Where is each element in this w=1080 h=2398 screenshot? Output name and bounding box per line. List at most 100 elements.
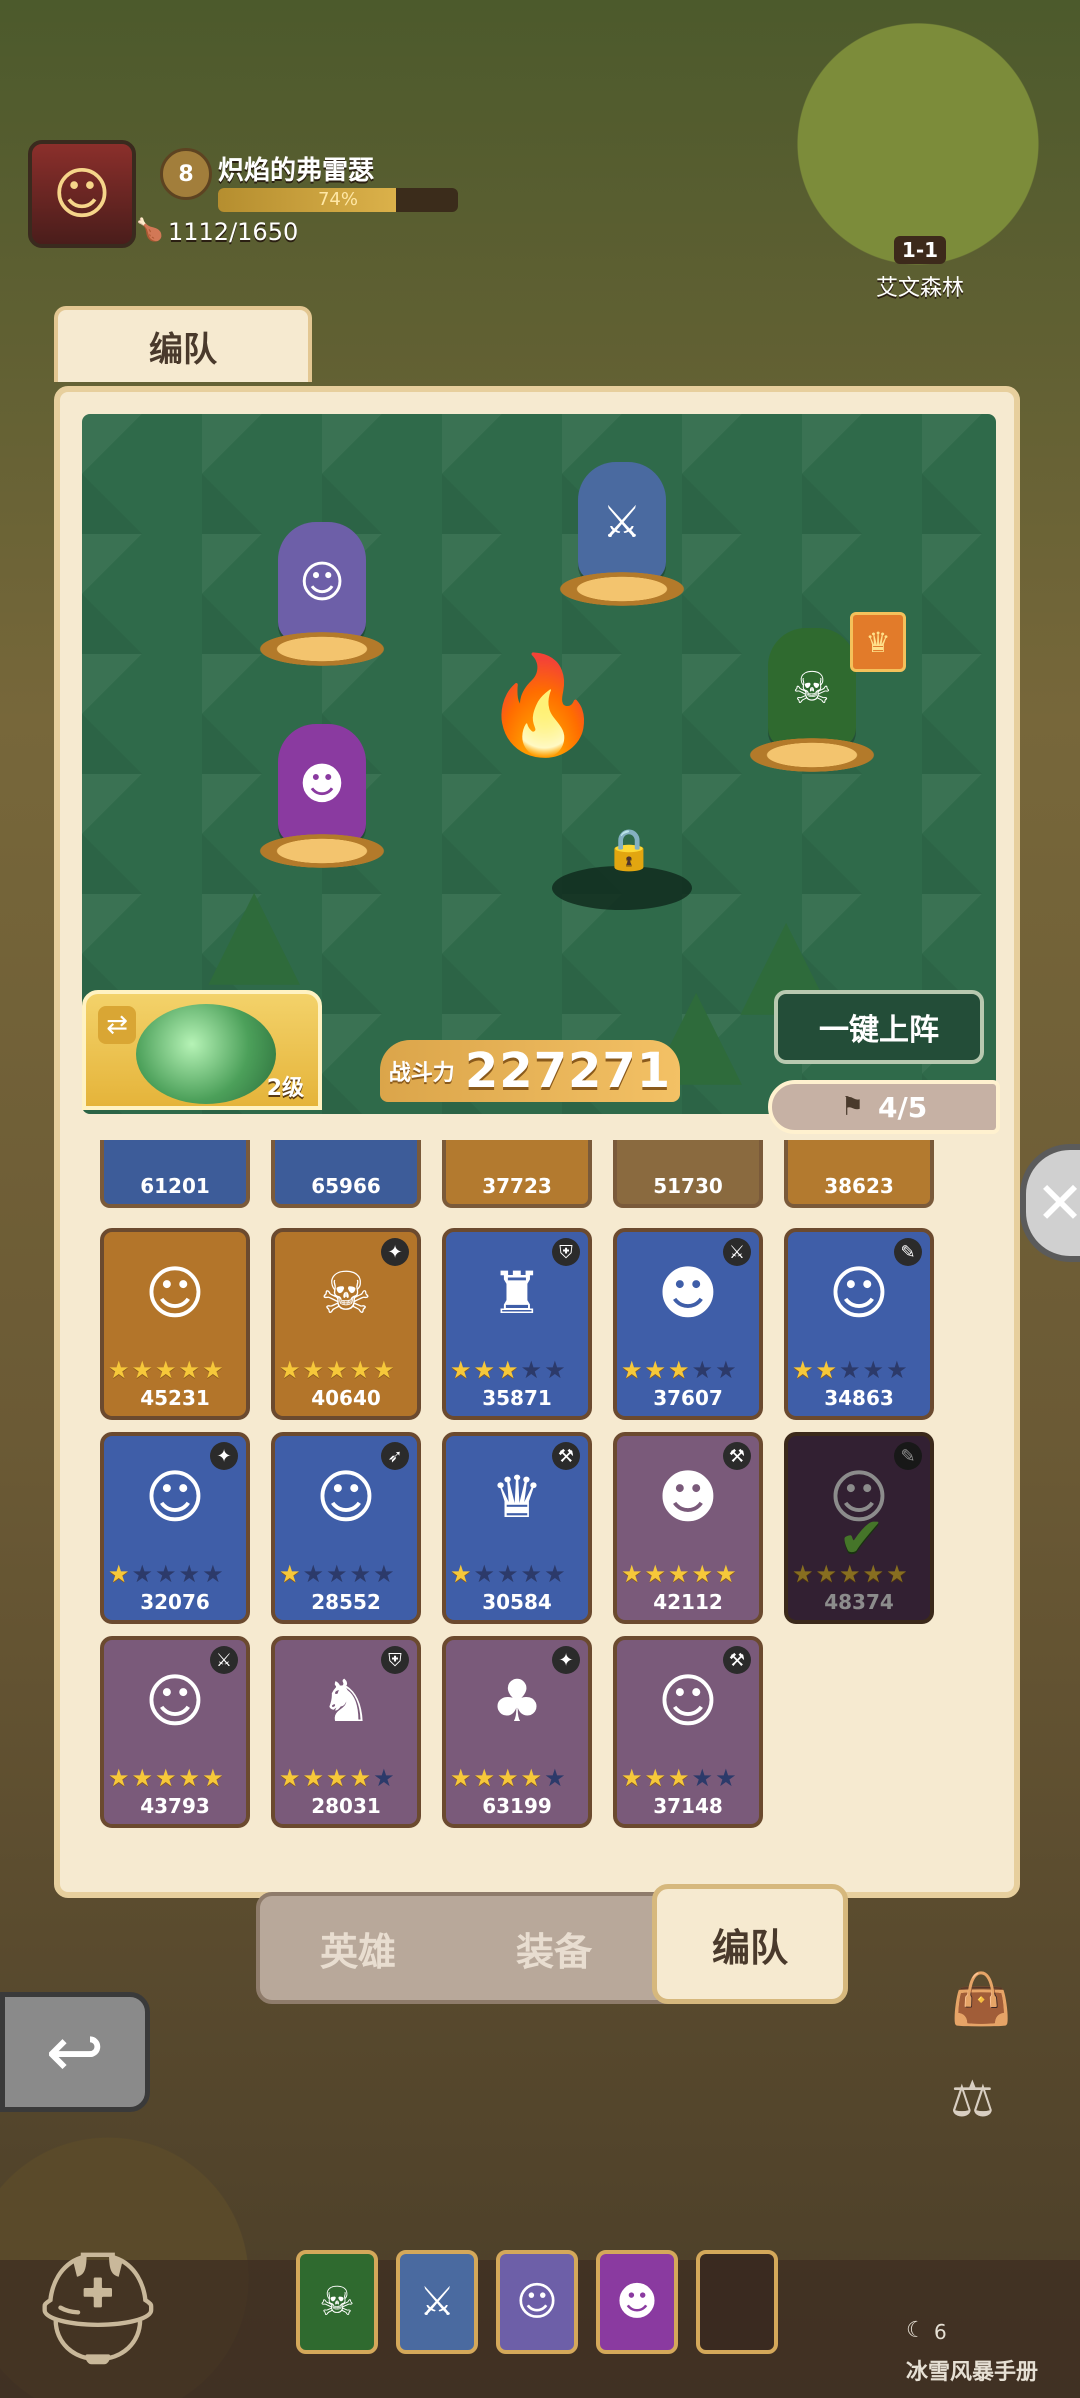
hero-star-rating: ★ ★ ★ ★ ★ <box>108 1356 242 1384</box>
star-icon: ★ <box>326 1560 348 1588</box>
bottom-slot-hero[interactable]: ☻ <box>596 2250 678 2354</box>
hero-power: 51730 <box>653 1174 723 1198</box>
hero-class-icon: ✎ <box>894 1442 922 1470</box>
hero-roster-grid[interactable]: 61201 65966 37723 51730 38623 ☺ ★ ★ ★ ★ ★ 45231 ☠ ✦ ★… <box>100 1140 980 1860</box>
star-icon: ★ <box>497 1356 519 1384</box>
hero-power: 32076 <box>140 1590 210 1614</box>
hero-card-partial[interactable]: 65966 <box>271 1140 421 1208</box>
bottom-tabbar: 英雄 装备 编队 <box>256 1884 848 2004</box>
hero-star-rating: ★ ★ ★ ★ ★ <box>621 1356 755 1384</box>
hero-card[interactable]: ♜ ⛨ ★ ★ ★ ★ ★ 35871 <box>442 1228 592 1420</box>
star-icon: ★ <box>202 1356 224 1384</box>
star-icon: ★ <box>691 1764 714 1792</box>
hero-card[interactable]: ☺ ✦ ★ ★ ★ ★ ★ 32076 <box>100 1432 250 1624</box>
moon-icon: ☾ <box>906 2318 926 2343</box>
locked-slot[interactable]: 🔒 <box>552 827 692 910</box>
campfire-icon: 🔥 <box>483 648 603 761</box>
exp-bar: 74% <box>218 188 458 212</box>
panel-title-tab: 编队 <box>54 306 312 382</box>
hero-card[interactable]: ☺ ✎ ★ ★ ★ ★ ★ 48374 ✔ <box>784 1432 934 1624</box>
hero-card-partial[interactable]: 38623 <box>784 1140 934 1208</box>
star-icon: ★ <box>279 1764 301 1792</box>
star-icon: ★ <box>473 1764 496 1792</box>
knight-figure: ⚔ <box>578 462 666 582</box>
hero-power: 37723 <box>482 1174 552 1198</box>
hero-class-icon: ✦ <box>381 1238 409 1266</box>
bottom-slot-hero[interactable]: ☠ <box>296 2250 378 2354</box>
star-icon: ★ <box>450 1764 472 1792</box>
star-icon: ★ <box>668 1764 690 1792</box>
tree-icon: ▲ <box>208 860 301 999</box>
field-hero-knight[interactable]: ⚔ <box>552 448 692 608</box>
star-icon: ★ <box>302 1764 325 1792</box>
hero-card[interactable]: ☺ ⚔ ★ ★ ★ ★ ★ 43793 <box>100 1636 250 1828</box>
hero-class-icon: ✦ <box>210 1442 238 1470</box>
auto-deploy-button[interactable]: 一键上阵 <box>774 990 984 1064</box>
star-icon: ★ <box>178 1764 201 1792</box>
hero-class-icon: ⚒ <box>552 1442 580 1470</box>
bottom-slot-empty[interactable] <box>696 2250 778 2354</box>
star-icon: ★ <box>131 1764 154 1792</box>
artifact-level: 2级 <box>266 1076 304 1101</box>
tab-formation[interactable]: 编队 <box>652 1884 848 2004</box>
hero-star-rating: ★ ★ ★ ★ ★ <box>792 1356 926 1384</box>
hero-card[interactable]: ☠ ✦ ★ ★ ★ ★ ★ 40640 <box>271 1228 421 1420</box>
back-arrow-icon[interactable]: ↩ <box>0 1992 150 2112</box>
field-hero-mage[interactable]: ☻ <box>252 710 392 870</box>
hero-star-rating: ★ ★ ★ ★ ★ <box>279 1560 413 1588</box>
artifact-card[interactable]: ⇄ 2级 <box>82 990 322 1110</box>
bottom-slot-hero[interactable]: ⚔ <box>396 2250 478 2354</box>
hero-card[interactable]: ☺ ✎ ★ ★ ★ ★ ★ 34863 <box>784 1228 934 1420</box>
bag-icon[interactable]: 👜 <box>950 1970 1012 2029</box>
hero-card-partial[interactable]: 61201 <box>100 1140 250 1208</box>
helmet-icon[interactable]: ⛑ <box>28 2244 168 2373</box>
hero-power: 34863 <box>824 1386 894 1410</box>
player-level-badge: 8 <box>160 148 212 200</box>
formation-count: ⚑ 4/5 <box>768 1080 1000 1134</box>
hero-card[interactable]: ☺ ⚒ ★ ★ ★ ★ ★ 37148 <box>613 1636 763 1828</box>
star-icon: ★ <box>621 1560 643 1588</box>
hero-card[interactable]: ♞ ⛨ ★ ★ ★ ★ ★ 28031 <box>271 1636 421 1828</box>
hero-star-rating: ★ ★ ★ ★ ★ <box>279 1764 413 1792</box>
star-icon: ★ <box>792 1560 814 1588</box>
swap-icon[interactable]: ⇄ <box>98 1006 136 1044</box>
star-icon: ★ <box>302 1560 325 1588</box>
stage-card[interactable]: 1-1 艾文森林 <box>860 236 980 326</box>
hero-card[interactable]: ☺ ➶ ★ ★ ★ ★ ★ 28552 <box>271 1432 421 1624</box>
hero-power: 40640 <box>311 1386 381 1410</box>
star-icon: ★ <box>644 1764 667 1792</box>
hero-card[interactable]: ♛ ⚒ ★ ★ ★ ★ ★ 30584 <box>442 1432 592 1624</box>
star-icon: ★ <box>326 1356 348 1384</box>
hero-star-rating: ★ ★ ★ ★ ★ <box>450 1764 584 1792</box>
star-icon: ★ <box>450 1356 472 1384</box>
hero-class-icon: ⛨ <box>552 1238 580 1266</box>
star-icon: ★ <box>349 1560 372 1588</box>
star-icon: ★ <box>862 1356 885 1384</box>
scale-icon[interactable]: ⚖ <box>950 2070 995 2128</box>
hero-card[interactable]: ☻ ⚒ ★ ★ ★ ★ ★ 42112 <box>613 1432 763 1624</box>
exp-text: 74% <box>317 189 358 210</box>
star-icon: ★ <box>349 1356 372 1384</box>
star-icon: ★ <box>621 1764 643 1792</box>
drumstick-icon: 🍗 <box>136 218 164 243</box>
hero-card[interactable]: ☻ ⚔ ★ ★ ★ ★ ★ 37607 <box>613 1228 763 1420</box>
hero-class-icon: ✎ <box>894 1238 922 1266</box>
hero-card-partial[interactable]: 51730 <box>613 1140 763 1208</box>
demon-figure: ☠ <box>768 628 856 748</box>
hero-class-icon: ⚒ <box>723 1646 751 1674</box>
hero-base <box>552 570 692 608</box>
bottom-slot-hero[interactable]: ☺ <box>496 2250 578 2354</box>
tab-equipment[interactable]: 装备 <box>456 1896 652 2000</box>
hero-card[interactable]: ♣ ✦ ★ ★ ★ ★ ★ 63199 <box>442 1636 592 1828</box>
player-avatar[interactable]: ☺ <box>28 140 136 248</box>
combat-power-value: 227271 <box>464 1043 672 1099</box>
star-icon: ★ <box>792 1356 814 1384</box>
manual-label[interactable]: 冰雪风暴手册 <box>906 2354 1038 2386</box>
tab-heroes[interactable]: 英雄 <box>260 1896 456 2000</box>
hero-star-rating: ★ ★ ★ ★ ★ <box>621 1764 755 1792</box>
hero-card-partial[interactable]: 37723 <box>442 1140 592 1208</box>
field-hero-engineer[interactable]: ☺ <box>252 508 392 668</box>
star-icon: ★ <box>450 1560 472 1588</box>
hero-card[interactable]: ☺ ★ ★ ★ ★ ★ 45231 <box>100 1228 250 1420</box>
star-icon: ★ <box>715 1356 737 1384</box>
